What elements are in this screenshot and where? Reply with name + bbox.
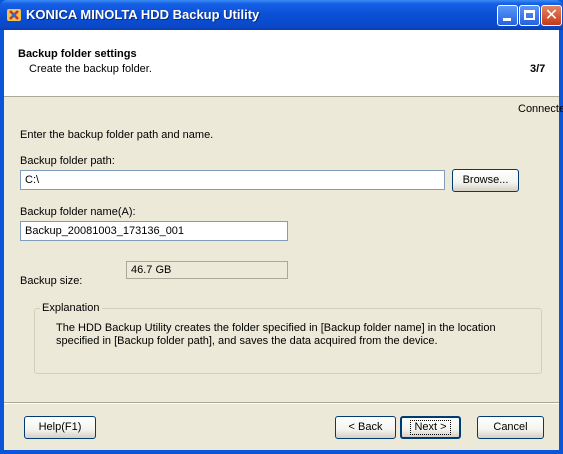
- maximize-button[interactable]: [519, 5, 540, 26]
- next-button[interactable]: Next >: [400, 416, 461, 439]
- backup-path-input[interactable]: C:\: [20, 170, 445, 190]
- wizard-header: Backup folder settings Create the backup…: [4, 30, 559, 97]
- footer-divider: [4, 402, 559, 404]
- close-button[interactable]: ✕: [541, 5, 562, 26]
- dialog-body: Backup folder settings Create the backup…: [4, 30, 563, 450]
- backup-size-label: Backup size:: [20, 275, 83, 287]
- explanation-legend: Explanation: [40, 302, 102, 314]
- window-border-right: [559, 30, 563, 454]
- maximize-icon: [524, 10, 535, 20]
- cancel-button[interactable]: Cancel: [477, 416, 544, 439]
- browse-button[interactable]: Browse...: [452, 169, 519, 192]
- connection-status: Connected: [518, 103, 563, 115]
- app-icon: [7, 9, 21, 21]
- back-button[interactable]: < Back: [335, 416, 396, 439]
- window-border-bottom: [0, 450, 563, 454]
- backup-name-input[interactable]: Backup_20081003_173136_001: [20, 221, 288, 241]
- backup-path-label: Backup folder path:: [20, 155, 115, 167]
- window-title: KONICA MINOLTA HDD Backup Utility: [26, 7, 260, 22]
- explanation-text: The HDD Backup Utility creates the folde…: [56, 322, 496, 347]
- page-title: Backup folder settings: [18, 48, 137, 60]
- backup-name-label: Backup folder name(A):: [20, 206, 136, 218]
- page-subtitle: Create the backup folder.: [29, 63, 152, 75]
- instruction-text: Enter the backup folder path and name.: [20, 129, 214, 141]
- step-indicator: 3/7: [530, 63, 546, 75]
- title-bar[interactable]: KONICA MINOLTA HDD Backup Utility ✕: [0, 0, 563, 30]
- minimize-icon: [503, 18, 511, 21]
- next-button-label: Next >: [410, 420, 451, 435]
- backup-size-value: 46.7 GB: [126, 261, 288, 279]
- close-icon: ✕: [544, 7, 559, 24]
- minimize-button[interactable]: [497, 5, 518, 26]
- help-button[interactable]: Help(F1): [24, 416, 96, 439]
